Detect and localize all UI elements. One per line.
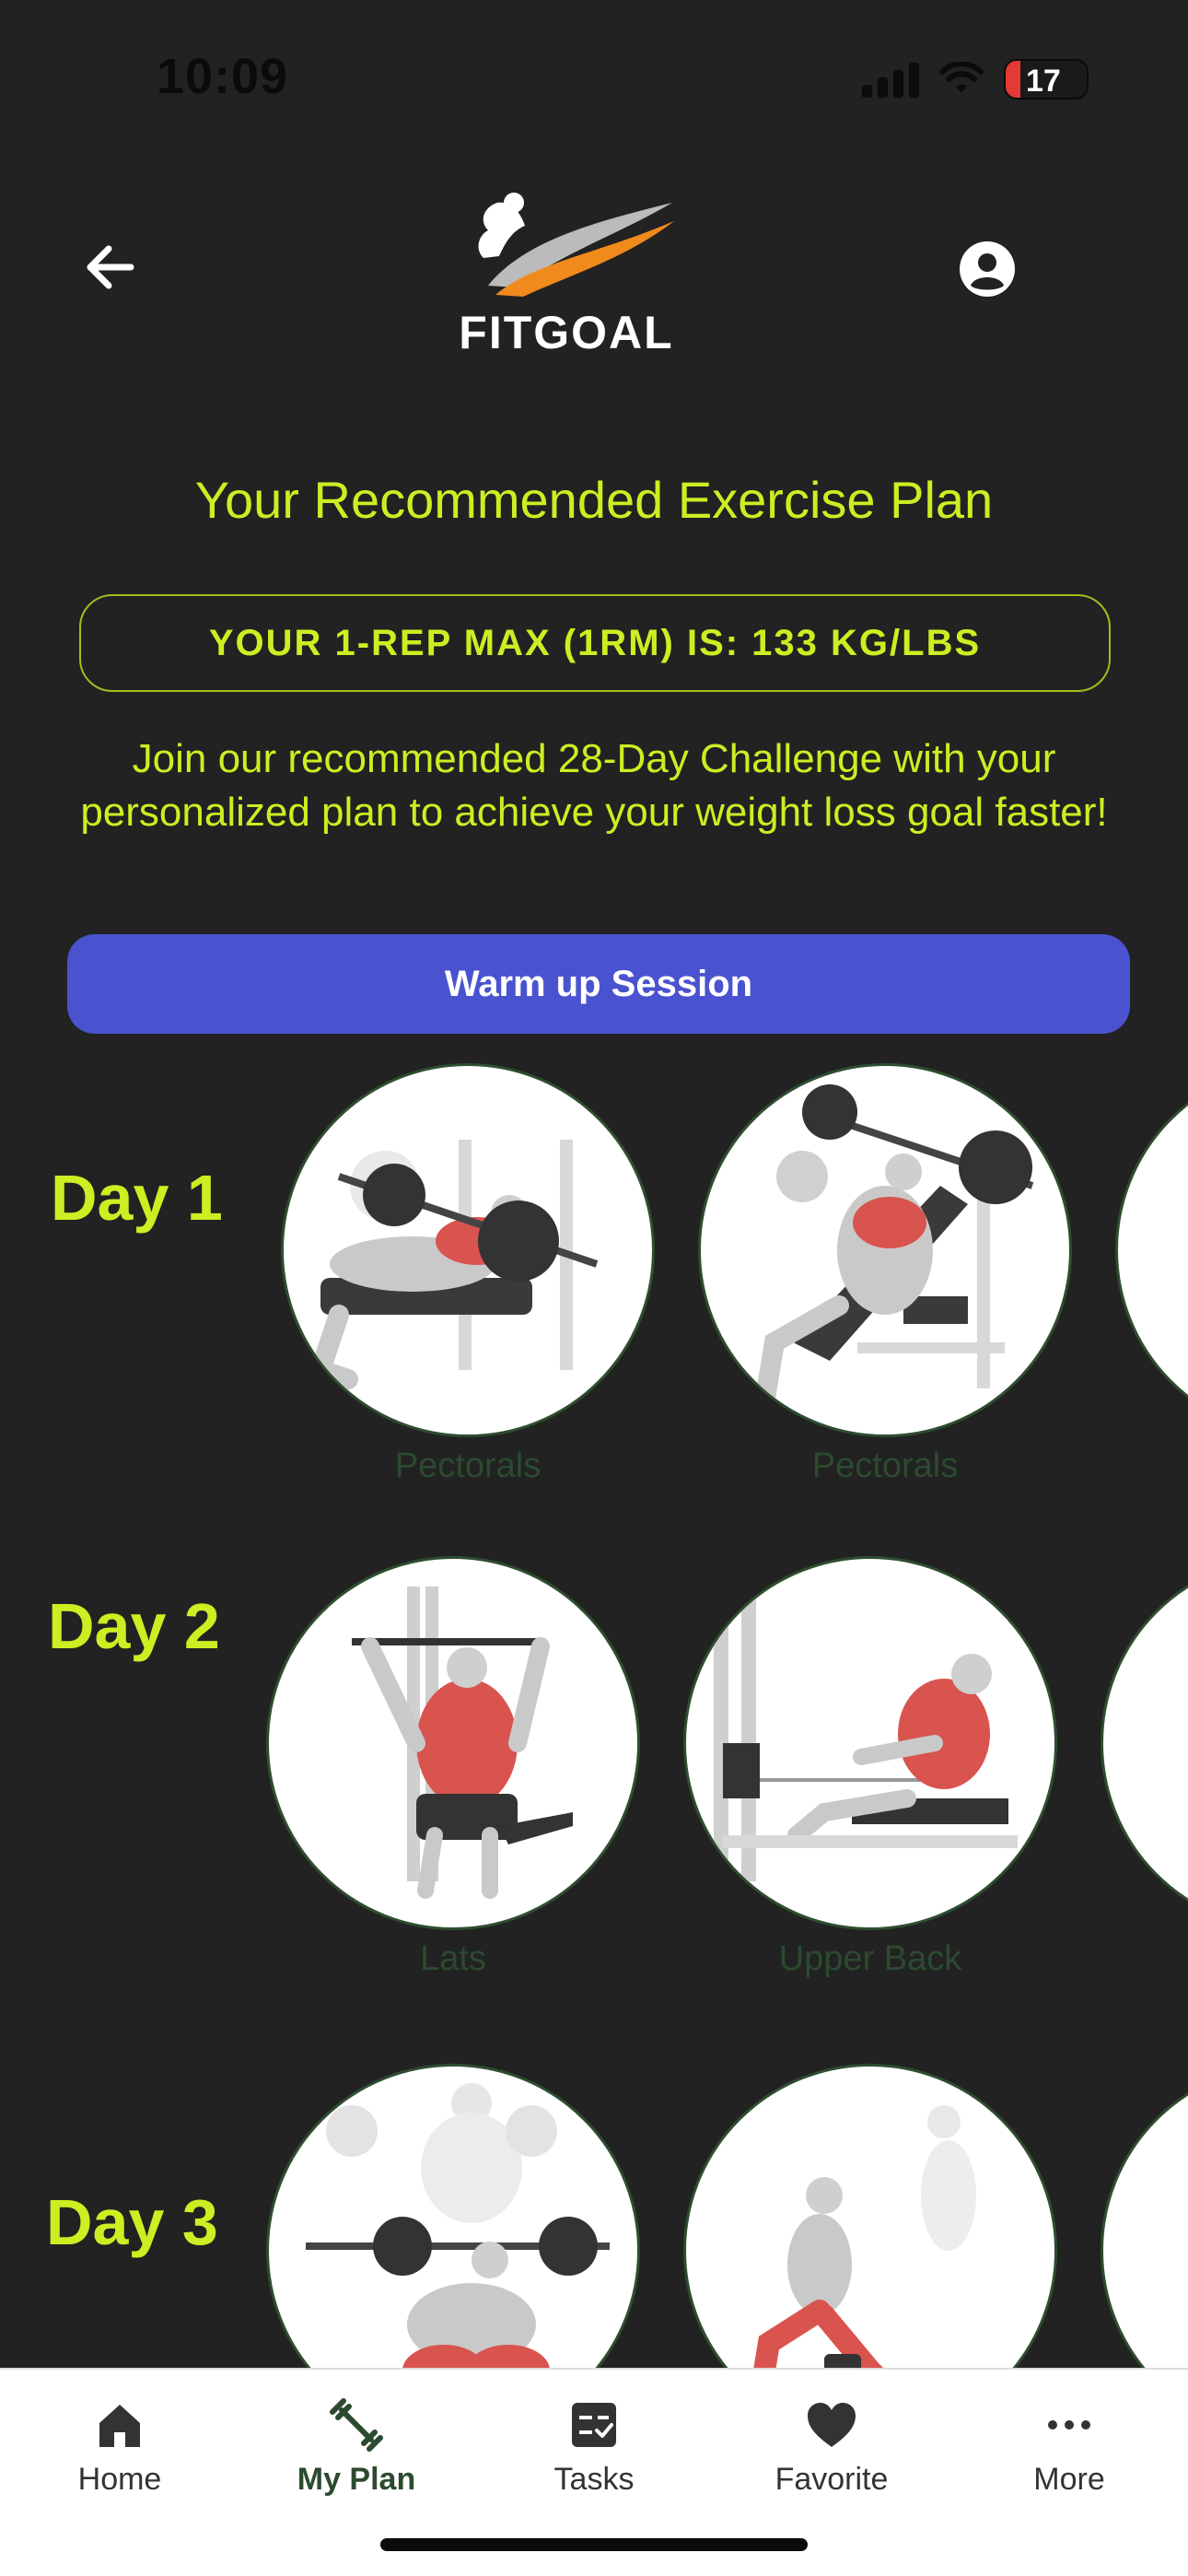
brand-name: FITGOAL [459,307,674,358]
bench-press-illustration-icon [308,1140,599,1389]
tab-favorite[interactable]: Favorite [740,2397,924,2508]
dumbbell-icon [330,2398,383,2452]
status-bar: 10:09 17 [0,0,1188,157]
tasks-icon [572,2403,616,2447]
exercise-thumbnail[interactable] [683,1556,1057,1930]
day-row-2: Day 2 Lats Upper Back [0,1552,1188,1995]
warm-up-session-button[interactable]: Warm up Session [67,934,1130,1034]
one-rep-max-badge: YOUR 1-REP MAX (1RM) IS: 133 KG/LBS [79,594,1111,692]
tab-label: More [1033,2462,1105,2497]
exercise-thumbnail[interactable] [1101,1556,1188,1930]
day-label: Day 2 [48,1590,220,1662]
home-icon [99,2405,140,2447]
status-time: 10:09 [157,49,289,104]
signal-icon [862,61,919,98]
heart-icon [808,2403,856,2447]
muscle-label: Upper Back [778,1939,962,1978]
day-label: Day 3 [46,2186,218,2258]
exercise-thumbnail[interactable] [1115,1063,1188,1437]
seated-row-illustration-icon [714,1577,1018,1881]
screen: 10:09 17 FITGOAL Your Recommended Exerci… [0,0,1188,2576]
day-row-3: Day 3 [0,2064,1188,2438]
tab-label: Home [77,2462,162,2497]
tab-label: My Plan [297,2462,416,2497]
battery-icon: 17 [1004,59,1089,100]
day-label: Day 1 [51,1162,223,1234]
home-indicator[interactable] [380,2538,808,2551]
incline-press-illustration-icon [755,1084,1034,1408]
exercise-thumbnail[interactable] [281,1063,655,1437]
fitgoal-logo: FITGOAL [442,184,691,359]
day-row-1: Day 1 Pectorals Pectorals [0,1060,1188,1502]
back-arrow-icon[interactable] [74,230,147,304]
plan-title: Your Recommended Exercise Plan [194,471,994,529]
tab-home[interactable]: Home [28,2397,212,2508]
status-icons: 17 [862,59,1089,100]
muscle-label: Lats [420,1939,486,1978]
tab-tasks[interactable]: Tasks [502,2397,686,2508]
more-icon [1048,2420,1090,2430]
app-header: FITGOAL [0,175,1188,359]
profile-icon[interactable] [958,240,1017,299]
tab-label: Favorite [775,2462,889,2497]
challenge-description: Join our recommended 28-Day Challenge wi… [80,736,1108,835]
wifi-icon [939,62,984,93]
muscle-label: Pectorals [811,1446,959,1485]
battery-level: 17 [1026,64,1061,99]
muscle-label: Pectorals [394,1446,542,1485]
exercise-thumbnail[interactable] [266,1556,640,1930]
lat-pulldown-illustration-icon [352,1587,573,1899]
tab-label: Tasks [553,2462,635,2497]
tab-my-plan[interactable]: My Plan [264,2397,448,2508]
logo-mark-icon [478,193,674,297]
exercise-thumbnail[interactable] [698,1063,1072,1437]
tab-more[interactable]: More [977,2397,1161,2508]
